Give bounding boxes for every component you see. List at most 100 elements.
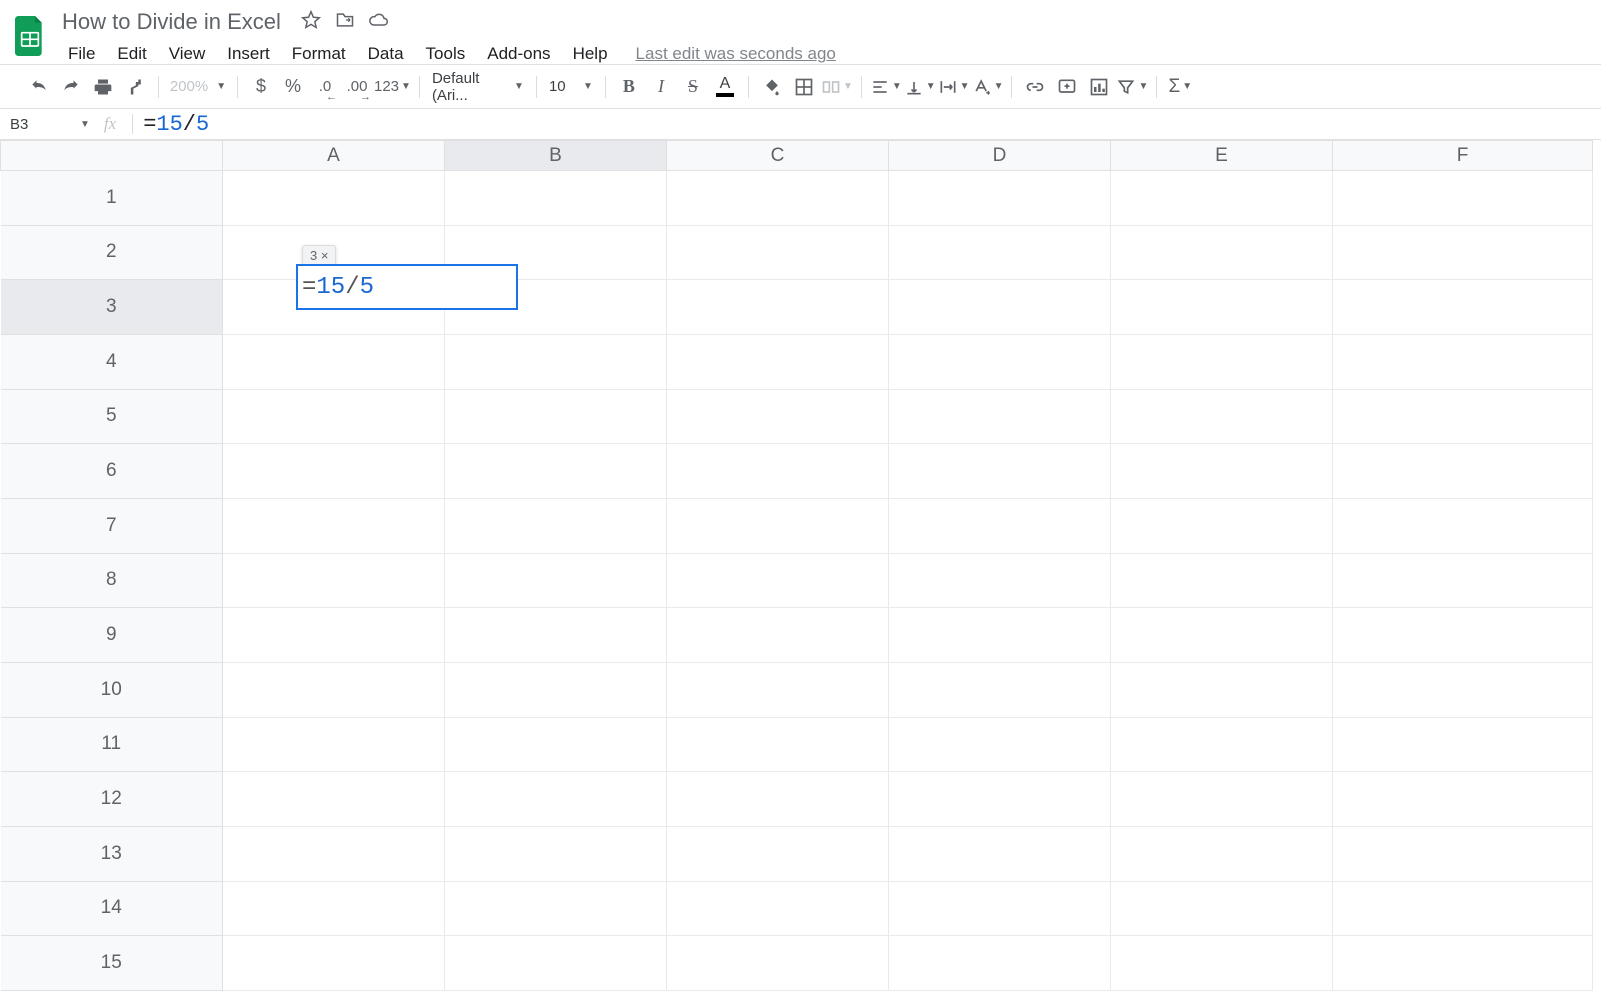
menu-data[interactable]: Data	[360, 40, 412, 68]
cell[interactable]	[667, 826, 889, 881]
cell[interactable]	[445, 608, 667, 663]
cell[interactable]	[1111, 608, 1333, 663]
row-header[interactable]: 12	[1, 772, 223, 827]
row-header[interactable]: 6	[1, 444, 223, 499]
cell[interactable]	[223, 608, 445, 663]
cell[interactable]	[445, 881, 667, 936]
column-header[interactable]: D	[889, 141, 1111, 171]
cell[interactable]	[1111, 280, 1333, 335]
functions-button[interactable]: Σ ▼	[1165, 72, 1195, 102]
menu-edit[interactable]: Edit	[109, 40, 154, 68]
select-all-corner[interactable]	[1, 141, 223, 171]
redo-button[interactable]	[56, 72, 86, 102]
cell[interactable]	[889, 553, 1111, 608]
cell[interactable]	[667, 881, 889, 936]
row-header[interactable]: 1	[1, 171, 223, 226]
cell[interactable]	[223, 717, 445, 772]
cell[interactable]	[223, 444, 445, 499]
cell[interactable]	[1333, 225, 1593, 280]
insert-chart-button[interactable]	[1084, 72, 1114, 102]
more-formats-dropdown[interactable]: 123▼	[374, 72, 411, 102]
column-header[interactable]: A	[223, 141, 445, 171]
row-header[interactable]: 8	[1, 553, 223, 608]
cell[interactable]	[1333, 881, 1593, 936]
last-edit-link[interactable]: Last edit was seconds ago	[636, 44, 836, 64]
cell[interactable]	[1333, 280, 1593, 335]
cell[interactable]	[1333, 498, 1593, 553]
fill-color-button[interactable]	[757, 72, 787, 102]
active-cell-editor[interactable]: =15/5	[296, 264, 518, 310]
cell[interactable]	[889, 826, 1111, 881]
cell[interactable]	[1111, 662, 1333, 717]
cell[interactable]	[223, 936, 445, 991]
cell[interactable]	[445, 389, 667, 444]
menu-format[interactable]: Format	[284, 40, 354, 68]
cell[interactable]	[667, 662, 889, 717]
cell[interactable]	[667, 225, 889, 280]
text-color-button[interactable]: A	[710, 72, 740, 102]
cell[interactable]	[667, 608, 889, 663]
menu-addons[interactable]: Add-ons	[479, 40, 558, 68]
font-size-dropdown[interactable]: 10 ▼	[545, 72, 597, 102]
cell[interactable]	[889, 608, 1111, 663]
italic-button[interactable]: I	[646, 72, 676, 102]
cell[interactable]	[445, 662, 667, 717]
menu-insert[interactable]: Insert	[219, 40, 278, 68]
cell[interactable]	[889, 389, 1111, 444]
increase-decimal-button[interactable]: .00→	[342, 72, 372, 102]
zoom-dropdown[interactable]: 200% ▼	[167, 72, 229, 102]
cell[interactable]	[1111, 717, 1333, 772]
cell[interactable]	[1111, 498, 1333, 553]
chevron-down-icon[interactable]: ▼	[80, 119, 90, 130]
cell[interactable]	[889, 498, 1111, 553]
cell[interactable]	[445, 936, 667, 991]
name-box[interactable]: B3	[0, 116, 74, 133]
cell[interactable]	[889, 171, 1111, 226]
row-header[interactable]: 10	[1, 662, 223, 717]
cell[interactable]	[667, 334, 889, 389]
cell[interactable]	[1111, 553, 1333, 608]
cell[interactable]	[223, 881, 445, 936]
cell[interactable]	[889, 717, 1111, 772]
cell[interactable]	[1333, 936, 1593, 991]
insert-link-button[interactable]	[1020, 72, 1050, 102]
menu-help[interactable]: Help	[565, 40, 616, 68]
horizontal-align-button[interactable]: ▼	[870, 72, 902, 102]
cell[interactable]	[889, 936, 1111, 991]
row-header[interactable]: 14	[1, 881, 223, 936]
cell[interactable]	[667, 498, 889, 553]
cell[interactable]	[445, 171, 667, 226]
undo-button[interactable]	[24, 72, 54, 102]
cell[interactable]	[1333, 826, 1593, 881]
sheets-logo-icon[interactable]	[10, 12, 50, 60]
cell[interactable]	[889, 334, 1111, 389]
cell[interactable]	[889, 225, 1111, 280]
cell[interactable]	[1333, 717, 1593, 772]
row-header[interactable]: 11	[1, 717, 223, 772]
cell[interactable]	[223, 171, 445, 226]
row-header[interactable]: 4	[1, 334, 223, 389]
cell[interactable]	[889, 772, 1111, 827]
cell[interactable]	[889, 662, 1111, 717]
cloud-status-icon[interactable]	[369, 10, 389, 35]
star-icon[interactable]	[301, 10, 321, 35]
cell[interactable]	[223, 389, 445, 444]
move-icon[interactable]	[335, 10, 355, 35]
row-header[interactable]: 13	[1, 826, 223, 881]
merge-cells-button[interactable]: ▼	[821, 72, 853, 102]
cell[interactable]	[223, 662, 445, 717]
row-header[interactable]: 3	[1, 280, 223, 335]
cell[interactable]	[445, 444, 667, 499]
cell[interactable]	[1111, 936, 1333, 991]
menu-tools[interactable]: Tools	[418, 40, 474, 68]
cell[interactable]	[1111, 171, 1333, 226]
cell[interactable]	[667, 444, 889, 499]
cell[interactable]	[1111, 444, 1333, 499]
text-rotation-button[interactable]: ▼	[972, 72, 1004, 102]
column-header[interactable]: F	[1333, 141, 1593, 171]
cell[interactable]	[223, 553, 445, 608]
text-wrap-button[interactable]: ▼	[938, 72, 970, 102]
cell[interactable]	[667, 936, 889, 991]
print-button[interactable]	[88, 72, 118, 102]
cell[interactable]	[1111, 334, 1333, 389]
